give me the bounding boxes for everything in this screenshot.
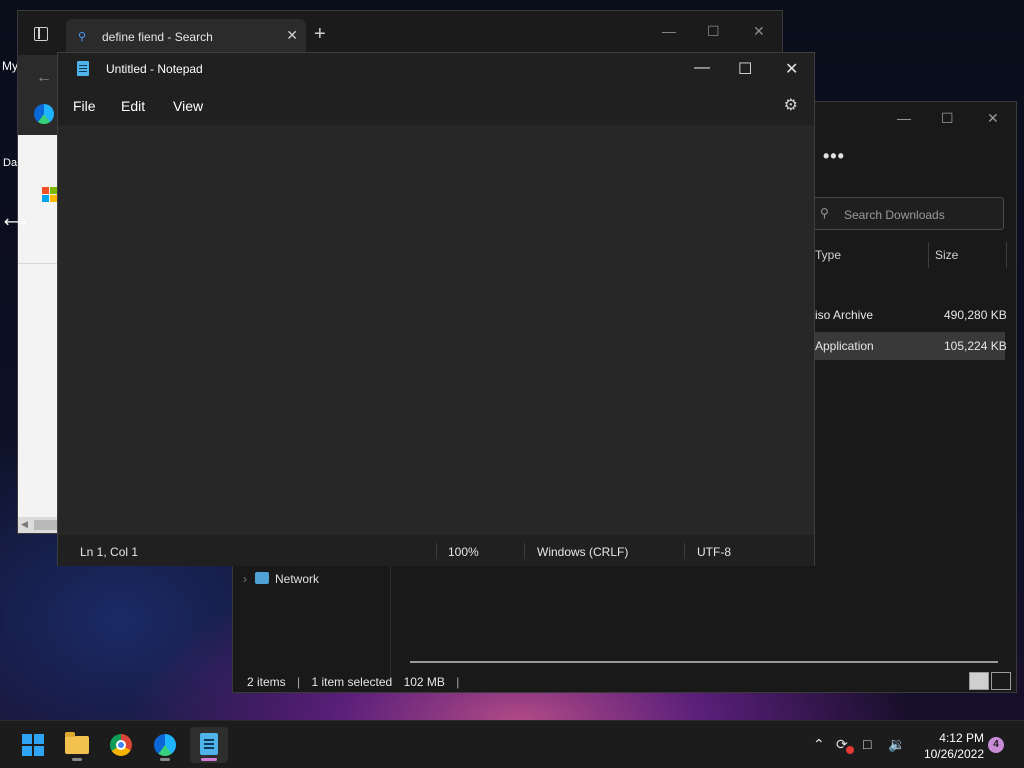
close-button[interactable]: ✕ — [753, 23, 765, 40]
tab-title: define fiend - Search — [102, 30, 213, 44]
edge-icon — [154, 734, 176, 756]
taskbar-edge[interactable] — [146, 727, 184, 763]
file-row[interactable]: iso Archive 490,280 KB — [813, 301, 1007, 329]
scrollbar-thumb[interactable] — [34, 520, 58, 530]
file-size: 105,224 KB — [944, 339, 1007, 353]
menu-view[interactable]: View — [173, 98, 203, 114]
chrome-icon — [110, 734, 132, 756]
maximize-button[interactable]: ☐ — [738, 59, 752, 79]
column-header-type[interactable]: Type — [815, 248, 841, 262]
status-bar: Ln 1, Col 1 100% Windows (CRLF) UTF-8 — [58, 535, 814, 566]
maximize-button[interactable]: ☐ — [707, 23, 720, 40]
start-button[interactable] — [13, 727, 51, 763]
cursor-position: Ln 1, Col 1 — [80, 545, 139, 559]
taskbar-notepad[interactable] — [190, 727, 228, 763]
nav-item-label: Network — [275, 572, 320, 586]
taskbar-chrome[interactable] — [102, 727, 140, 763]
divider — [18, 263, 58, 264]
nav-pane-divider[interactable] — [390, 566, 391, 676]
notepad-icon — [200, 733, 218, 755]
chevron-right-icon[interactable]: › — [243, 572, 247, 586]
clock[interactable]: 4:12 PM 10/26/2022 — [918, 730, 984, 762]
error-badge-icon — [846, 746, 854, 754]
edge-tab-bar: ⚲ define fiend - Search ✕ + — ☐ ✕ — [18, 11, 782, 55]
running-indicator — [160, 758, 170, 761]
back-button[interactable]: ← — [36, 69, 52, 87]
file-type: Application — [815, 339, 874, 353]
network-icon — [255, 572, 269, 584]
search-input[interactable]: Search Downloads — [844, 208, 945, 222]
separator: | — [297, 675, 301, 689]
separator — [684, 543, 685, 559]
new-tab-button[interactable]: + — [314, 23, 326, 46]
taskbar-file-explorer[interactable] — [58, 727, 96, 763]
window-title: Untitled - Notepad — [106, 62, 203, 76]
more-options-button[interactable]: ••• — [823, 146, 845, 167]
file-type: iso Archive — [815, 308, 874, 322]
minimize-button[interactable]: — — [662, 23, 676, 39]
search-icon: ⚲ — [78, 31, 87, 43]
zoom-level: 100% — [448, 545, 479, 559]
running-indicator — [72, 758, 82, 761]
web-page-content[interactable] — [18, 135, 58, 533]
notepad-icon — [77, 61, 89, 76]
notepad-window[interactable]: Untitled - Notepad — ☐ ✕ File Edit View … — [57, 52, 815, 566]
folder-icon — [65, 732, 89, 754]
minimize-button[interactable]: — — [897, 110, 911, 126]
menu-edit[interactable]: Edit — [121, 98, 145, 114]
tab-actions-icon[interactable] — [34, 27, 48, 41]
file-size: 490,280 KB — [944, 308, 1007, 322]
maximize-button[interactable]: ☐ — [941, 110, 954, 127]
volume-icon[interactable]: 🔉 — [888, 736, 905, 753]
taskbar: ⌃ ⟳ □ 🔉 4:12 PM 10/26/2022 4 — [0, 720, 1024, 768]
desktop-icon-label[interactable]: Da — [3, 157, 17, 169]
browser-tab[interactable]: ⚲ define fiend - Search ✕ — [66, 19, 306, 55]
status-bar: 2 items | 1 item selected 102 MB | — [247, 675, 459, 689]
line-ending: Windows (CRLF) — [537, 545, 629, 559]
minimize-button[interactable]: — — [694, 59, 710, 77]
tiles-view-button[interactable] — [991, 672, 1011, 690]
search-icon: ⚲ — [820, 206, 829, 220]
horizontal-scrollbar[interactable] — [410, 661, 998, 663]
close-tab-button[interactable]: ✕ — [286, 27, 298, 44]
separator — [524, 543, 525, 559]
details-view-button[interactable] — [969, 672, 989, 690]
close-button[interactable]: ✕ — [987, 110, 999, 127]
edge-logo-icon — [34, 104, 54, 124]
windows-logo-icon — [22, 734, 44, 756]
network-icon[interactable]: □ — [863, 736, 871, 752]
gear-icon[interactable]: ⚙ — [784, 95, 798, 115]
text-editor-area[interactable] — [58, 125, 814, 535]
search-box[interactable]: ⚲ Search Downloads — [813, 197, 1004, 230]
scroll-left-icon[interactable]: ◀ — [21, 519, 28, 530]
file-row-selected[interactable]: Application 105,224 KB — [813, 332, 1007, 360]
encoding: UTF-8 — [697, 545, 731, 559]
column-header-size[interactable]: Size — [935, 248, 958, 262]
item-count: 2 items — [247, 675, 286, 689]
running-indicator — [201, 758, 217, 761]
close-button[interactable]: ✕ — [785, 59, 798, 79]
column-divider[interactable] — [1006, 242, 1007, 268]
selection-size: 102 MB — [403, 675, 445, 689]
separator — [436, 543, 437, 559]
chevron-up-icon[interactable]: ⌃ — [813, 736, 825, 753]
column-divider[interactable] — [928, 242, 929, 268]
date: 10/26/2022 — [923, 747, 984, 761]
desktop-icon-label[interactable]: My — [2, 59, 18, 73]
nav-item-network[interactable]: › Network — [243, 572, 319, 586]
menu-bar: File Edit View ⚙ — [58, 83, 814, 125]
separator: | — [456, 675, 460, 689]
notification-badge[interactable]: 4 — [988, 737, 1004, 753]
menu-file[interactable]: File — [73, 98, 96, 114]
title-bar[interactable]: Untitled - Notepad — ☐ ✕ — [58, 53, 814, 83]
microsoft-logo-icon — [42, 187, 58, 203]
resize-cursor-icon: ⟷ — [4, 214, 27, 231]
selection-count: 1 item selected — [311, 675, 393, 689]
horizontal-scrollbar[interactable]: ◀ — [18, 517, 58, 533]
time: 4:12 PM — [939, 731, 984, 745]
